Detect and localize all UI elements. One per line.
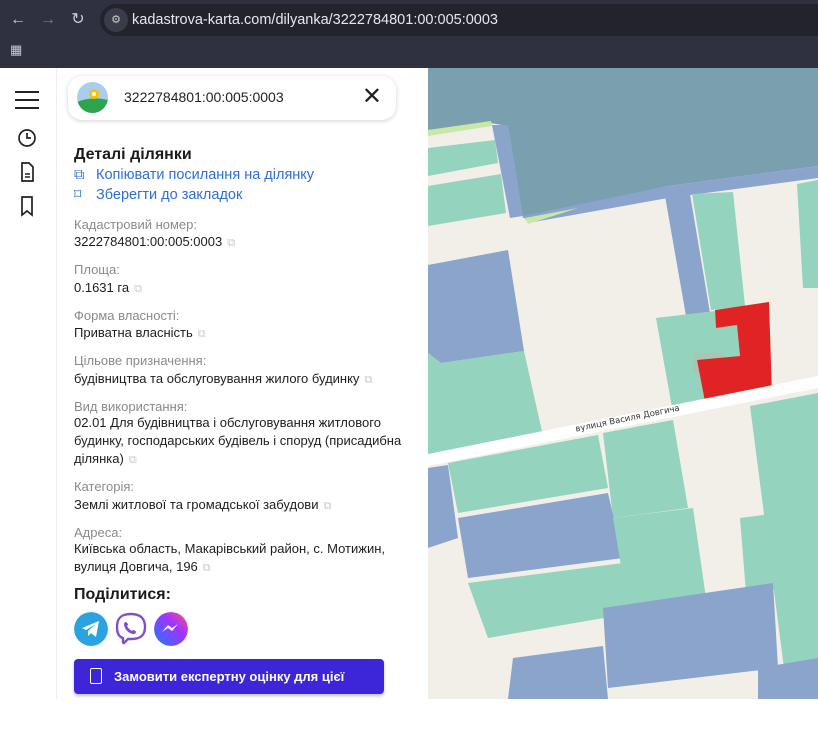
field-label: Площа: <box>74 262 120 277</box>
field-label: Кадастровий номер: <box>74 217 197 232</box>
forward-icon[interactable]: → <box>37 9 59 31</box>
copy-icon[interactable]: ⧉ <box>198 328 206 340</box>
bookmark-label: Зберегти до закладок <box>96 187 243 203</box>
field-value: будівництва та обслуговування жилого буд… <box>74 371 373 386</box>
reload-icon[interactable]: ↻ <box>67 9 89 31</box>
map-canvas[interactable]: вулиця Василя Довгича <box>428 68 818 699</box>
side-rail <box>0 68 56 699</box>
telegram-icon[interactable] <box>74 612 108 646</box>
site-logo <box>77 82 108 113</box>
field-value: Приватна власність ⧉ <box>74 325 206 340</box>
cadastral-map[interactable]: вулиця Василя Довгича <box>428 68 818 699</box>
field-value: Київська область, Макарівський район, с.… <box>74 541 385 574</box>
document-icon <box>90 668 102 684</box>
menu-icon[interactable] <box>14 88 40 112</box>
copy-icon[interactable]: ⧉ <box>203 562 211 574</box>
copy-icon[interactable]: ⧉ <box>323 500 331 512</box>
copy-link-label: Копіювати посилання на ділянку <box>96 167 315 183</box>
history-icon[interactable] <box>14 126 40 150</box>
viber-icon[interactable] <box>114 612 148 646</box>
copy-icon[interactable]: ⧉ <box>364 374 372 386</box>
field-label: Категорія: <box>74 479 135 494</box>
order-appraisal-button[interactable]: Замовити експертну оцінку для цієї ділян… <box>74 659 384 719</box>
field-label: Адреса: <box>74 525 123 540</box>
parcel-details-panel: 3222784801:00:005:0003 ✕ Деталі ділянки … <box>56 68 428 719</box>
field-value: 02.01 Для будівництва і обслуговування ж… <box>74 415 402 466</box>
parcel[interactable] <box>428 250 524 363</box>
copy-icon[interactable]: ⧉ <box>227 237 235 249</box>
details-title: Деталі ділянки <box>74 146 192 163</box>
copy-icon[interactable]: ⧉ <box>129 454 137 466</box>
close-icon[interactable]: ✕ <box>362 84 382 110</box>
search-box[interactable]: 3222784801:00:005:0003 ✕ <box>68 76 396 120</box>
url-text: kadastrova-karta.com/dilyanka/3222784801… <box>132 12 498 28</box>
copy-link-button[interactable]: ⧉ Копіювати посилання на ділянку <box>74 167 314 183</box>
copy-icon[interactable]: ⧉ <box>134 283 142 295</box>
field-label: Цільове призначення: <box>74 353 207 368</box>
address-bar[interactable]: ⚙ kadastrova-karta.com/dilyanka/32227848… <box>100 4 818 36</box>
field-label: Вид використання: <box>74 399 188 414</box>
back-icon[interactable]: ← <box>7 9 29 31</box>
bookmark-button[interactable]: ⌑ Зберегти до закладок <box>74 187 242 203</box>
share-title: Поділитися: <box>74 586 171 603</box>
search-input[interactable]: 3222784801:00:005:0003 <box>124 89 284 105</box>
order-appraisal-label: Замовити експертну оцінку для цієї ділян… <box>114 669 345 719</box>
copy-icon: ⧉ <box>74 167 85 183</box>
field-label: Форма власності: <box>74 308 180 323</box>
document-icon[interactable] <box>14 160 40 184</box>
browser-toolbar: ← → ↻ ⚙ kadastrova-karta.com/dilyanka/32… <box>0 0 818 68</box>
field-value: 0.1631 га ⧉ <box>74 280 142 295</box>
bookmark-icon: ⌑ <box>74 187 82 203</box>
apps-icon[interactable]: ▦ <box>10 42 22 58</box>
site-settings-icon[interactable]: ⚙ <box>104 8 128 32</box>
field-value: Землі житлової та громадської забудови ⧉ <box>74 497 332 512</box>
field-value: 3222784801:00:005:0003 ⧉ <box>74 234 236 249</box>
messenger-icon[interactable] <box>154 612 188 646</box>
bookmark-icon[interactable] <box>14 194 40 218</box>
